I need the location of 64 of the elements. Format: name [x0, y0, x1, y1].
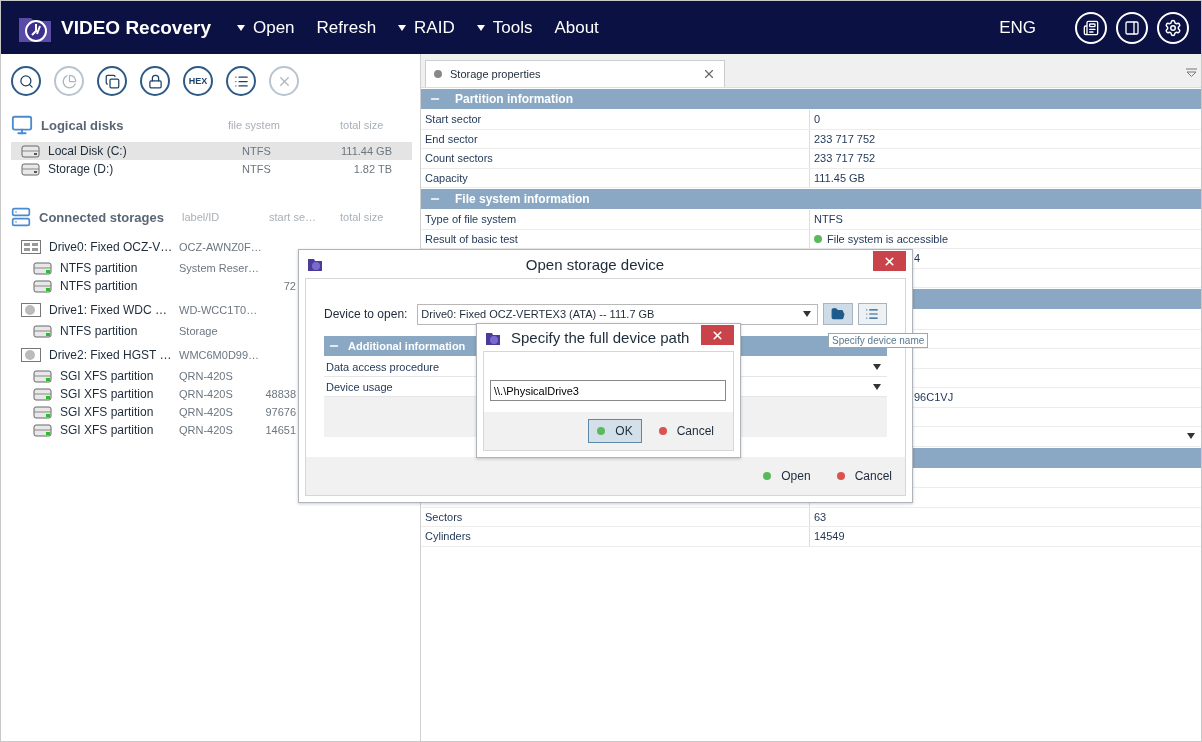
partition-label: QRN-420S — [179, 388, 234, 400]
drive-label: OCZ-AWNZ0F… — [179, 240, 263, 253]
section-header-title: File system information — [455, 192, 590, 206]
disk-name: Storage (D:) — [21, 162, 242, 176]
file-system: NTFS — [242, 163, 272, 175]
partition-label: QRN-420S — [179, 424, 234, 436]
property-label: Result of basic test — [421, 229, 810, 248]
property-label: Type of file system — [421, 210, 810, 229]
property-label: Data access procedure — [326, 360, 440, 373]
partition-label: QRN-420S — [179, 370, 234, 382]
property-value: 96C1VJ — [914, 391, 954, 404]
drive-name: Drive1: Fixed WDC … — [21, 302, 179, 317]
tooltip: Specify device name — [828, 333, 929, 348]
property-label: Cylinders — [421, 527, 810, 546]
property-label: Device usage — [326, 380, 393, 393]
start-sector: 72 — [282, 280, 296, 292]
partition-label: Storage — [179, 325, 219, 337]
column-header: label/ID — [182, 211, 221, 223]
start-sector: 14651 — [265, 424, 296, 436]
property-value: 0 — [814, 113, 821, 126]
property-value: 63 — [814, 510, 827, 523]
property-value: NTFS — [814, 213, 843, 226]
column-header: total size — [340, 211, 385, 223]
property-label: Sectors — [421, 507, 810, 526]
section-title: Logical disks — [11, 114, 228, 136]
drive-label: WMC6M0D99… — [179, 348, 261, 361]
property-value: 14549 — [814, 530, 845, 543]
partition-name: SGI XFS partition — [33, 405, 179, 419]
column-header: start se… — [269, 211, 318, 223]
partition-name: SGI XFS partition — [33, 423, 179, 437]
section-title: Connected storages — [11, 207, 182, 227]
property-value: File system is accessible — [827, 232, 949, 245]
property-label: End sector — [421, 129, 810, 148]
app-title: VIDEO Recovery — [61, 16, 211, 39]
property-label: Start sector — [421, 110, 810, 129]
partition-name: NTFS partition — [33, 261, 179, 275]
property-value: 233 717 752 — [814, 152, 876, 165]
total-size: 1.82 TB — [352, 163, 392, 175]
drive-name: Drive0: Fixed OCZ-V… — [21, 239, 179, 254]
drive-label: WD-WCC1T0… — [179, 303, 259, 316]
property-value: 233 717 752 — [814, 132, 876, 145]
partition-name: NTFS partition — [33, 324, 179, 338]
property-value: 111.45 GB — [814, 171, 865, 184]
partition-label: QRN-420S — [179, 406, 234, 418]
file-system: NTFS — [242, 145, 272, 157]
start-sector: 48838 — [265, 388, 296, 400]
section-header-title: Partition information — [455, 92, 573, 106]
partition-name: NTFS partition — [33, 279, 179, 293]
partition-label: System Reser… — [179, 262, 261, 274]
property-label: Capacity — [421, 168, 810, 187]
dialog-title: Specify the full device path — [511, 329, 690, 346]
property-value: 4 — [914, 252, 921, 265]
column-header: total size — [340, 119, 385, 131]
column-header: file system — [228, 119, 281, 131]
section-header-title: Additional information — [348, 340, 466, 352]
dialog-title: Open storage device — [524, 255, 666, 273]
drive-name: Drive2: Fixed HGST … — [21, 347, 179, 362]
disk-name: Local Disk (C:) — [21, 144, 242, 158]
field-label: Device to open: — [324, 307, 409, 321]
total-size: 111.44 GB — [340, 145, 392, 157]
partition-name: SGI XFS partition — [33, 369, 179, 383]
partition-name: SGI XFS partition — [33, 387, 179, 401]
start-sector: 97676 — [265, 406, 296, 418]
property-label: Count sectors — [421, 149, 810, 168]
